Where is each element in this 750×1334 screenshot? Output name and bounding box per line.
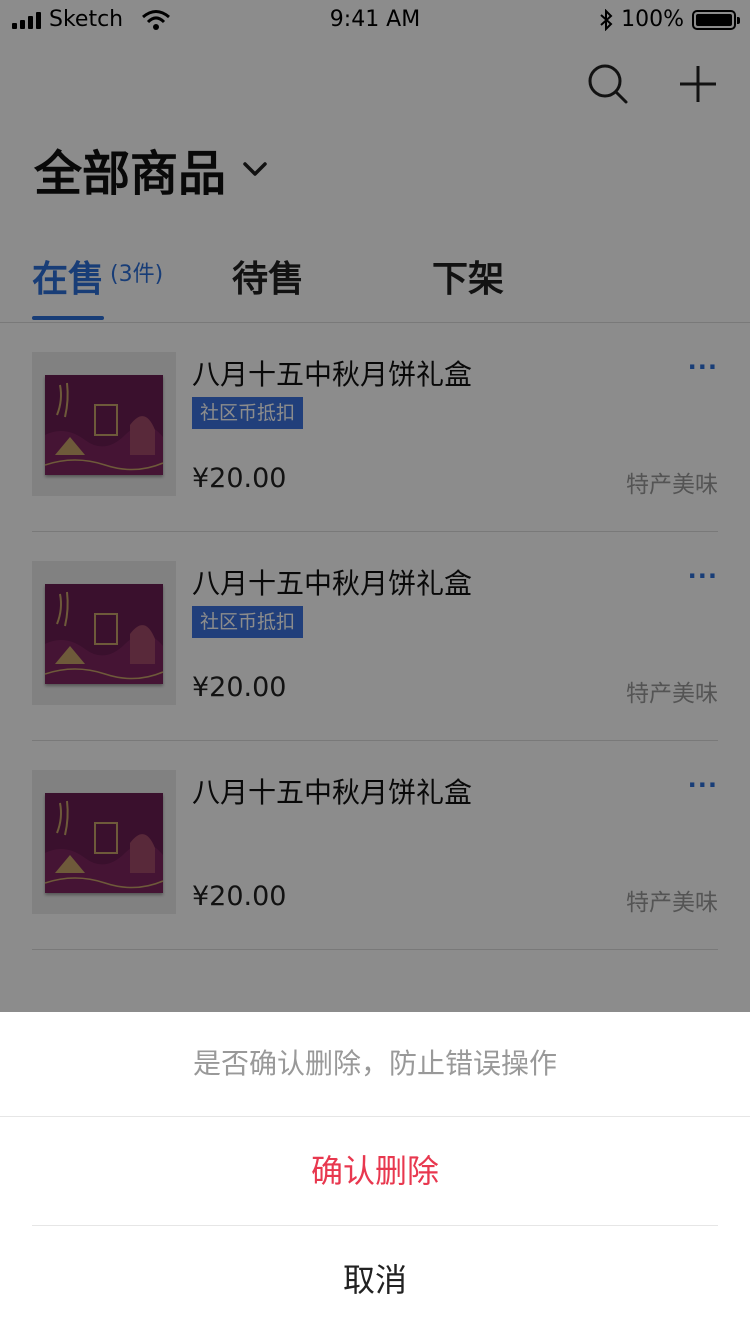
confirm-delete-button[interactable]: 确认删除 bbox=[32, 1117, 718, 1226]
action-sheet-message: 是否确认删除，防止错误操作 bbox=[0, 1012, 750, 1117]
cancel-button[interactable]: 取消 bbox=[0, 1226, 750, 1334]
action-sheet: 是否确认删除，防止错误操作 确认删除 取消 bbox=[0, 1012, 750, 1334]
